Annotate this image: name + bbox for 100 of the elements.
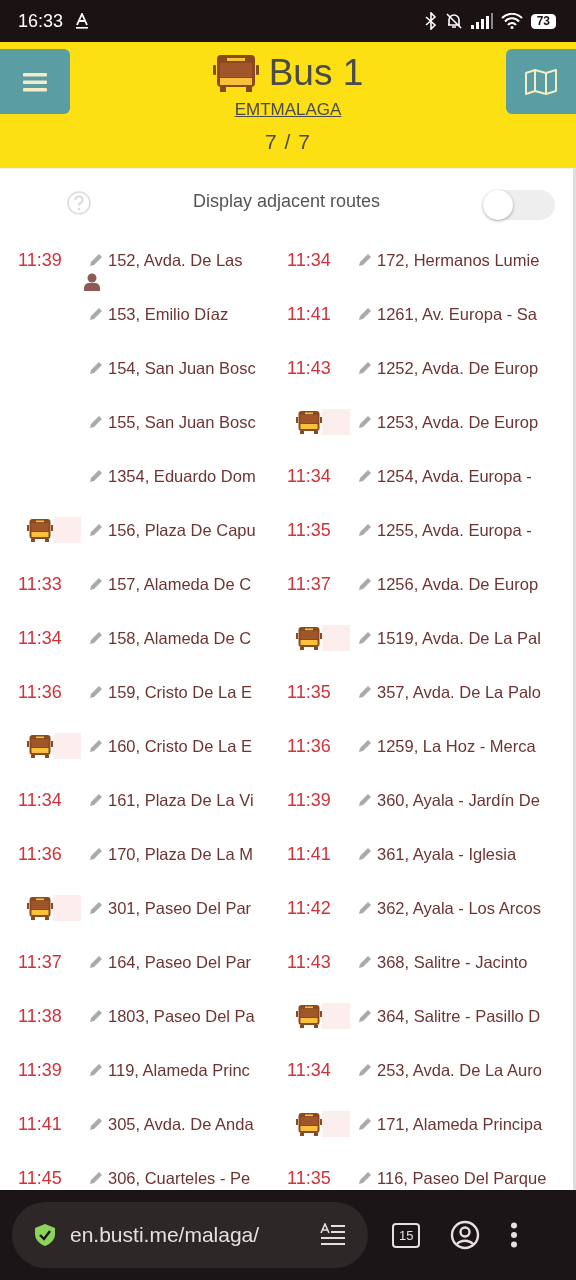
reader-mode-icon[interactable] bbox=[320, 1223, 346, 1247]
edit-icon[interactable] bbox=[357, 792, 373, 808]
stop-name[interactable]: 159, Cristo De La E bbox=[108, 682, 252, 702]
stop-name[interactable]: 364, Salitre - Pasillo D bbox=[377, 1006, 541, 1026]
edit-icon[interactable] bbox=[88, 1170, 104, 1186]
stop-name[interactable]: 156, Plaza De Capu bbox=[108, 520, 256, 540]
edit-icon[interactable] bbox=[88, 468, 104, 484]
stop-name[interactable]: 301, Paseo Del Par bbox=[108, 898, 252, 918]
edit-icon[interactable] bbox=[357, 1116, 373, 1132]
edit-icon[interactable] bbox=[88, 900, 104, 916]
edit-icon[interactable] bbox=[88, 630, 104, 646]
arrival-time: 11:35 bbox=[287, 1167, 331, 1189]
stop-name[interactable]: 1252, Avda. De Europ bbox=[377, 358, 539, 378]
stop-name[interactable]: 164, Paseo Del Par bbox=[108, 952, 252, 972]
edit-icon[interactable] bbox=[357, 630, 373, 646]
edit-icon[interactable] bbox=[357, 360, 373, 376]
edit-icon[interactable] bbox=[88, 792, 104, 808]
stop-name[interactable]: 1253, Avda. De Europ bbox=[377, 412, 539, 432]
edit-icon[interactable] bbox=[88, 954, 104, 970]
edit-icon[interactable] bbox=[357, 414, 373, 430]
bus-marker-background bbox=[322, 409, 350, 435]
bus-marker-background bbox=[322, 1003, 350, 1029]
stop-name[interactable]: 1259, La Hoz - Merca bbox=[377, 736, 536, 756]
stop-name[interactable]: 160, Cristo De La E bbox=[108, 736, 252, 756]
stop-name[interactable]: 157, Alameda De C bbox=[108, 574, 252, 594]
stop-name[interactable]: 362, Ayala - Los Arcos bbox=[377, 898, 541, 918]
edit-icon[interactable] bbox=[88, 738, 104, 754]
edit-icon[interactable] bbox=[88, 414, 104, 430]
edit-icon[interactable] bbox=[357, 576, 373, 592]
bus-position-icon bbox=[296, 1004, 322, 1028]
edit-icon[interactable] bbox=[357, 306, 373, 322]
edit-icon[interactable] bbox=[357, 900, 373, 916]
bus-marker-background bbox=[322, 1111, 350, 1137]
edit-icon[interactable] bbox=[357, 954, 373, 970]
battery-indicator: 73 bbox=[530, 13, 556, 29]
url-text: en.busti.me/malaga/ bbox=[70, 1223, 261, 1247]
stop-name[interactable]: 1255, Avda. Europa - bbox=[377, 520, 532, 540]
stop-name[interactable]: 253, Avda. De La Auro bbox=[377, 1060, 542, 1080]
help-icon[interactable] bbox=[67, 191, 91, 215]
stop-name[interactable]: 170, Plaza De La M bbox=[108, 844, 253, 864]
menu-button[interactable] bbox=[0, 49, 70, 114]
edit-icon[interactable] bbox=[357, 522, 373, 538]
edit-icon[interactable] bbox=[88, 1116, 104, 1132]
stop-name[interactable]: 361, Ayala - Iglesia bbox=[377, 844, 517, 864]
stop-name[interactable]: 1254, Avda. Europa - bbox=[377, 466, 532, 486]
account-icon[interactable] bbox=[450, 1220, 481, 1250]
stop-name[interactable]: 154, San Juan Bosc bbox=[108, 358, 256, 378]
stop-name[interactable]: 158, Alameda De C bbox=[108, 628, 252, 648]
stop-name[interactable]: 153, Emilio Díaz bbox=[108, 304, 229, 324]
stop-name[interactable]: 357, Avda. De La Palo bbox=[377, 682, 541, 702]
arrival-time: 11:39 bbox=[18, 249, 62, 271]
edit-icon[interactable] bbox=[357, 1062, 373, 1078]
edit-icon[interactable] bbox=[88, 252, 104, 268]
edit-icon[interactable] bbox=[357, 1170, 373, 1186]
more-options-icon[interactable] bbox=[510, 1222, 519, 1248]
edit-icon[interactable] bbox=[357, 468, 373, 484]
edit-icon[interactable] bbox=[88, 522, 104, 538]
stop-name[interactable]: 1519, Avda. De La Pal bbox=[377, 628, 541, 648]
arrival-time: 11:37 bbox=[287, 573, 331, 595]
stop-name[interactable]: 305, Avda. De Anda bbox=[108, 1114, 254, 1134]
edit-icon[interactable] bbox=[88, 360, 104, 376]
edit-icon[interactable] bbox=[357, 684, 373, 700]
address-bar[interactable]: en.busti.me/malaga/ bbox=[12, 1202, 368, 1268]
stop-name[interactable]: 172, Hermanos Lumie bbox=[377, 250, 540, 270]
stop-name[interactable]: 119, Alameda Princ bbox=[108, 1060, 250, 1080]
arrival-time: 11:34 bbox=[287, 249, 331, 271]
tabs-button[interactable]: 15 bbox=[392, 1222, 421, 1248]
stop-name[interactable]: 116, Paseo Del Parque bbox=[377, 1168, 547, 1188]
stop-name[interactable]: 368, Salitre - Jacinto bbox=[377, 952, 528, 972]
stop-name[interactable]: 1256, Avda. De Europ bbox=[377, 574, 539, 594]
bus-position-icon bbox=[27, 518, 53, 542]
stop-name[interactable]: 152, Avda. De Las bbox=[108, 250, 243, 270]
edit-icon[interactable] bbox=[88, 576, 104, 592]
map-button[interactable] bbox=[506, 49, 576, 114]
edit-icon[interactable] bbox=[88, 1062, 104, 1078]
page-counter: 7 / 7 bbox=[265, 130, 311, 154]
stop-name[interactable]: 306, Cuarteles - Pe bbox=[108, 1168, 251, 1188]
operator-link[interactable]: EMTMALAGA bbox=[234, 100, 342, 120]
edit-icon[interactable] bbox=[357, 1008, 373, 1024]
stop-name[interactable]: 1354, Eduardo Dom bbox=[108, 466, 256, 486]
edit-icon[interactable] bbox=[88, 684, 104, 700]
edit-icon[interactable] bbox=[357, 846, 373, 862]
bus-position-icon bbox=[296, 410, 322, 434]
stop-name[interactable]: 1261, Av. Europa - Sa bbox=[377, 304, 537, 324]
stop-name[interactable]: 155, San Juan Bosc bbox=[108, 412, 256, 432]
edit-icon[interactable] bbox=[88, 306, 104, 322]
bus-position-icon bbox=[27, 896, 53, 920]
stop-name[interactable]: 171, Alameda Principa bbox=[377, 1114, 543, 1134]
bus-position-icon bbox=[27, 734, 53, 758]
arrival-time: 11:39 bbox=[18, 1059, 62, 1081]
adjacent-routes-switch[interactable] bbox=[483, 190, 555, 220]
edit-icon[interactable] bbox=[357, 738, 373, 754]
stop-name[interactable]: 161, Plaza De La Vi bbox=[108, 790, 254, 810]
stop-name[interactable]: 360, Ayala - Jardín De bbox=[377, 790, 540, 810]
edit-icon[interactable] bbox=[357, 252, 373, 268]
edit-icon[interactable] bbox=[88, 846, 104, 862]
status-time: 16:33 bbox=[18, 10, 64, 32]
stop-name[interactable]: 1803, Paseo Del Pa bbox=[108, 1006, 255, 1026]
edit-icon[interactable] bbox=[88, 1008, 104, 1024]
bus-position-icon bbox=[296, 626, 322, 650]
